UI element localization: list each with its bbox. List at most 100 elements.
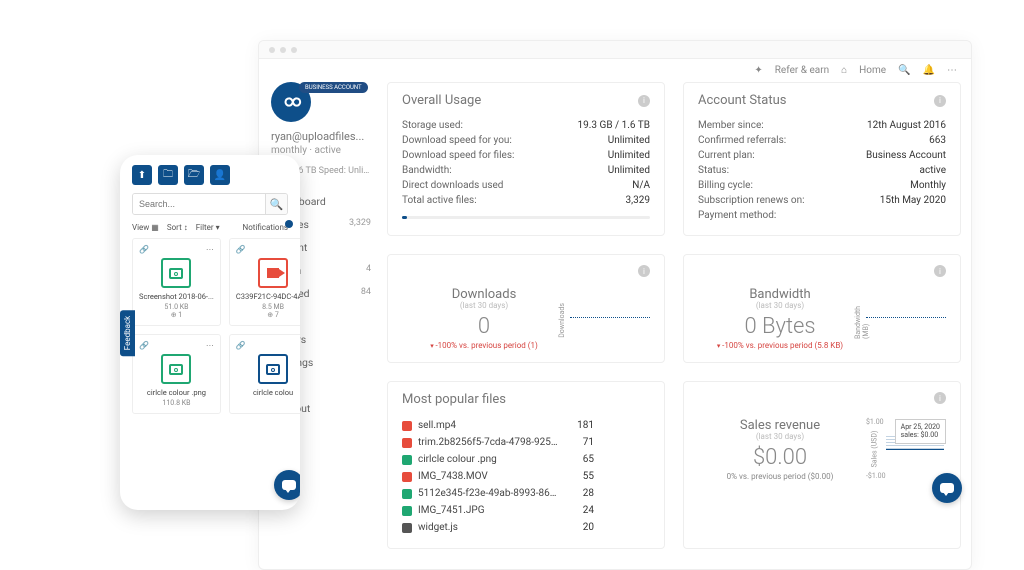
file-name: cirlcle colour .png <box>418 454 558 465</box>
download-count: 28 <box>564 488 594 499</box>
metric-title: Downloads <box>452 287 517 302</box>
chart-ylabel: Downloads <box>558 303 566 338</box>
file-type-icon <box>402 506 412 516</box>
stat-row: Confirmed referrals:663 <box>698 133 946 148</box>
card-account-status: Account Status i Member since:12th Augus… <box>683 82 961 236</box>
chart-ylabel: Bandwidth (MB) <box>854 303 870 339</box>
sort-toggle[interactable]: Sort ↕ <box>167 223 188 232</box>
stat-row: Payment method: <box>698 208 946 223</box>
upload-button[interactable]: ⬆ <box>132 165 152 185</box>
card-popular-files: Most popular files sell.mp4181trim.2b825… <box>387 381 665 549</box>
stat-value: Unlimited <box>608 165 650 176</box>
stat-label: Status: <box>698 165 729 176</box>
popular-file-row[interactable]: trim.2b8256f5-7cda-4798-925d-a428a6...71 <box>402 434 650 451</box>
search-input[interactable] <box>133 194 265 214</box>
chat-button[interactable] <box>274 470 300 500</box>
info-icon[interactable]: i <box>934 392 946 404</box>
search-icon[interactable]: 🔍 <box>898 65 910 76</box>
download-count: 181 <box>564 420 594 431</box>
file-name: cirlcle colour .png <box>139 388 214 397</box>
stat-row: Download speed for files: Unlimited <box>402 148 650 163</box>
refer-link[interactable]: Refer & earn <box>775 65 829 76</box>
home-icon: ⌂ <box>841 65 847 76</box>
card-title: Account Status <box>698 93 787 108</box>
gift-icon: ✦ <box>754 65 762 76</box>
phone-list-controls: View ▦ Sort ↕ Filter ▾ Notifications <box>132 223 288 232</box>
file-type-icon <box>402 472 412 482</box>
info-icon[interactable]: i <box>934 95 946 107</box>
popular-file-row[interactable]: 5112e345-f23e-49ab-8993-864ee6513d... 28 <box>402 485 650 502</box>
stat-label: Direct downloads used <box>402 180 503 191</box>
popular-file-row[interactable]: widget.js20 <box>402 519 650 536</box>
file-card[interactable]: 🔗⋯C339F21C-94DC-4A ...8.5 MB⊕ 7 <box>229 238 300 326</box>
card-sales-revenue: i Sales revenue (last 30 days) $0.00 0% … <box>683 381 961 549</box>
file-name: trim.2b8256f5-7cda-4798-925d-a428a6... <box>418 437 558 448</box>
file-name: sell.mp4 <box>418 420 558 431</box>
stat-value: Monthly <box>910 180 946 191</box>
stat-value: N/A <box>632 180 650 191</box>
metric-title: Sales revenue <box>740 418 820 433</box>
card-overall-usage: Overall Usage i Storage used:19.3 GB / 1… <box>387 82 665 236</box>
phone-toolbar: ⬆ 🗀 🗁 👤 <box>132 165 288 185</box>
info-icon[interactable]: i <box>934 265 946 277</box>
popular-file-row[interactable]: cirlcle colour .png65 <box>402 451 650 468</box>
file-type-icon <box>402 421 412 431</box>
video-thumbnail-icon <box>258 258 288 288</box>
file-card[interactable]: 🔗⋯cirlcle colour .png110.8 KB <box>132 334 221 414</box>
feedback-tab[interactable]: Feedback <box>120 309 135 355</box>
chat-button[interactable] <box>932 473 962 503</box>
sales-chart: Sales (USD) $1.00 -$1.00 Apr 25, 2020 sa… <box>866 414 946 484</box>
sidebar-item-count: 3,329 <box>349 218 371 231</box>
user-email: ryan@uploadfiles... <box>271 130 371 143</box>
download-count: 24 <box>564 505 594 516</box>
search-button[interactable]: 🔍 <box>265 194 287 214</box>
view-toggle[interactable]: View ▦ <box>132 223 159 232</box>
file-name: C339F21C-94DC-4A ... <box>236 292 300 301</box>
metric-subtitle: (last 30 days) <box>756 432 804 441</box>
info-icon[interactable]: i <box>638 95 650 107</box>
file-download-count: ⊕ 1 <box>139 311 214 319</box>
file-card[interactable]: 🔗⋯Screenshot 2018-06-...51.0 KB⊕ 1 <box>132 238 221 326</box>
topbar: ✦ Refer & earn ⌂ Home 🔍 🔔 ⋯ <box>259 59 971 82</box>
notifications-button[interactable]: Notifications <box>243 223 288 232</box>
file-type-icon <box>402 489 412 499</box>
stat-row: Storage used:19.3 GB / 1.6 TB <box>402 118 650 133</box>
file-card[interactable]: 🔗⋯cirlcle colou <box>229 334 300 414</box>
bell-icon[interactable]: 🔔 <box>923 65 935 76</box>
stat-value: 3,329 <box>626 195 650 206</box>
file-name: 5112e345-f23e-49ab-8993-864ee6513d... <box>418 488 558 499</box>
storage-progress-bar <box>402 216 650 219</box>
more-icon[interactable]: ⋯ <box>947 65 957 76</box>
file-name: IMG_7451.JPG <box>418 505 558 516</box>
stat-row: Billing cycle:Monthly <box>698 178 946 193</box>
stat-value: Unlimited <box>608 150 650 161</box>
file-name: widget.js <box>418 522 558 533</box>
popular-file-row[interactable]: IMG_7438.MOV55 <box>402 468 650 485</box>
popular-file-row[interactable]: IMG_7451.JPG 24 <box>402 502 650 519</box>
file-type-icon <box>402 455 412 465</box>
popular-file-row[interactable]: sell.mp4 181 <box>402 417 650 434</box>
more-icon[interactable]: ⋯ <box>206 341 214 350</box>
chart-tooltip: Apr 25, 2020 sales: $0.00 <box>895 419 946 444</box>
metric-change: -100% vs. previous period (5.8 KB) <box>717 341 843 350</box>
file-download-count: ⊕ 7 <box>236 311 300 319</box>
stat-label: Download speed for files: <box>402 150 514 161</box>
sidebar-item-count: 84 <box>361 287 371 300</box>
link-icon: 🔗 <box>139 341 149 350</box>
user-plan-status: monthly · active <box>271 145 375 156</box>
filter-toggle[interactable]: Filter ▾ <box>196 223 220 232</box>
user-avatar[interactable]: BUSINESS ACCOUNT <box>271 82 311 122</box>
phone-search: 🔍 <box>132 193 288 215</box>
folder-button[interactable]: 🗀 <box>158 165 178 185</box>
card-bandwidth: i Bandwidth (last 30 days) 0 Bytes -100%… <box>683 254 961 363</box>
folder-add-button[interactable]: 🗁 <box>184 165 204 185</box>
stat-label: Bandwidth: <box>402 165 452 176</box>
more-icon[interactable]: ⋯ <box>206 245 214 254</box>
tooltip-date: Apr 25, 2020 <box>901 423 940 431</box>
user-button[interactable]: 👤 <box>210 165 230 185</box>
home-link[interactable]: Home <box>859 65 886 76</box>
info-icon[interactable]: i <box>638 265 650 277</box>
bandwidth-sparkline: Bandwidth (MB) <box>866 299 946 339</box>
stat-label: Subscription renews on: <box>698 195 805 206</box>
stat-row: Direct downloads used N/A <box>402 178 650 193</box>
